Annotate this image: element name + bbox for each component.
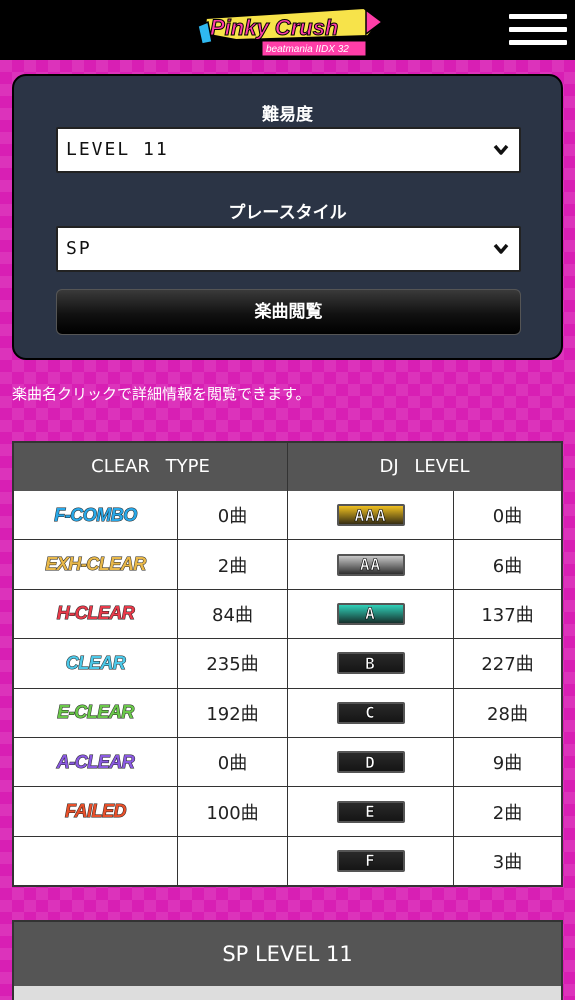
clear-count: 0曲 (217, 753, 248, 775)
filter-panel: 難易度 LEVEL 11 プレースタイル SP 楽曲閲覧 (12, 74, 563, 360)
clear-type-cell (14, 836, 178, 887)
clear-count: 235曲 (206, 654, 259, 676)
dj-level-cell: B (288, 639, 454, 689)
dj-count: 3曲 (492, 851, 523, 873)
clear-count-cell: 0曲 (178, 491, 288, 541)
logo-subtitle: beatmania IIDX 32 (266, 44, 349, 55)
clear-type-cell: FAILED (14, 787, 178, 837)
dj-rank-badge: E (336, 800, 405, 823)
clear-lamp-label: FAILED (64, 801, 127, 822)
clear-count: 84曲 (212, 604, 253, 626)
clear-count-cell: 235曲 (178, 639, 288, 689)
dj-count-cell: 0曲 (454, 491, 561, 541)
dj-count-cell: 2曲 (454, 787, 561, 837)
clear-type-cell: EXH-CLEAR (14, 540, 178, 590)
clear-type-cell: A-CLEAR (14, 738, 178, 788)
hamburger-icon[interactable] (509, 14, 567, 48)
clear-lamp-label: H-CLEAR (56, 603, 135, 624)
clear-lamp-label: E-CLEAR (57, 702, 135, 723)
dj-level-cell: E (288, 787, 454, 837)
clear-lamp-label: CLEAR (65, 652, 126, 673)
clear-count-cell (178, 836, 288, 887)
dj-level-cell: D (288, 738, 454, 788)
chevron-down-icon (493, 243, 509, 254)
dj-rank-badge: C (336, 701, 405, 724)
clear-type-cell: H-CLEAR (14, 589, 178, 640)
dj-level-cell: AAA (288, 491, 454, 541)
clear-lamp-label: F-COMBO (54, 504, 138, 525)
dj-count: 2曲 (492, 802, 523, 824)
difficulty-label: 難易度 (262, 105, 313, 125)
clear-lamp-label: A-CLEAR (56, 751, 135, 772)
stats-table: CLEAR TYPE DJ LEVEL F-COMBO 0曲 AAA 0曲 EXH-CL… (12, 441, 563, 887)
clear-lamp-label: EXH-CLEAR (45, 554, 147, 575)
clear-type-cell: F-COMBO (14, 491, 178, 541)
clear-count: 192曲 (206, 703, 259, 725)
dj-count: 6曲 (492, 555, 523, 577)
play-style-value: SP (66, 238, 92, 259)
clear-count: 100曲 (206, 802, 259, 824)
clear-type-cell: E-CLEAR (14, 688, 178, 738)
section-title: SP LEVEL 11 (222, 942, 353, 966)
dj-level-cell: C (288, 688, 454, 738)
section-header: SP LEVEL 11 (12, 920, 563, 1000)
chevron-down-icon (493, 144, 509, 155)
difficulty-value: LEVEL 11 (66, 139, 169, 160)
dj-count-cell: 137曲 (454, 589, 561, 640)
dj-rank-badge: AA (336, 553, 405, 576)
clear-count-cell: 2曲 (178, 540, 288, 590)
clear-count: 2曲 (217, 555, 248, 577)
dj-count-cell: 6曲 (454, 540, 561, 590)
dj-count: 137曲 (481, 604, 534, 626)
dj-rank-badge: F (336, 849, 405, 872)
hint-text: 楽曲名クリックで詳細情報を閲覧できます。 (12, 385, 311, 403)
logo-graphic: Pinky Crush beatmania IIDX 32 (197, 6, 382, 57)
clear-count-cell: 192曲 (178, 688, 288, 738)
dj-level-cell: F (288, 836, 454, 887)
clear-count-cell: 100曲 (178, 787, 288, 837)
dj-count: 9曲 (492, 753, 523, 775)
difficulty-select[interactable]: LEVEL 11 (56, 127, 521, 173)
dj-count-cell: 9曲 (454, 738, 561, 788)
dj-rank-badge: D (336, 751, 405, 774)
clear-count-cell: 84曲 (178, 589, 288, 640)
dj-count-cell: 3曲 (454, 836, 561, 887)
dj-rank-badge: B (336, 652, 405, 675)
play-style-select[interactable]: SP (56, 226, 521, 272)
dj-rank-badge: AAA (336, 504, 405, 527)
dj-count: 0曲 (492, 506, 523, 528)
clear-count: 0曲 (217, 506, 248, 528)
play-style-label: プレースタイル (228, 203, 347, 223)
clear-count-cell: 0曲 (178, 738, 288, 788)
clear-type-header: CLEAR TYPE (14, 443, 288, 491)
dj-rank-badge: A (336, 602, 405, 625)
logo-title: Pinky Crush (210, 15, 338, 40)
browse-songs-button[interactable]: 楽曲閲覧 (56, 289, 521, 335)
clear-type-cell: CLEAR (14, 639, 178, 689)
table-header-strip (14, 986, 561, 1000)
top-header: Pinky Crush beatmania IIDX 32 (0, 0, 575, 60)
dj-count-cell: 227曲 (454, 639, 561, 689)
dj-count: 28曲 (487, 703, 528, 725)
dj-level-header: DJ LEVEL (288, 443, 561, 491)
dj-count-cell: 28曲 (454, 688, 561, 738)
dj-level-cell: AA (288, 540, 454, 590)
dj-count: 227曲 (481, 654, 534, 676)
dj-level-cell: A (288, 589, 454, 640)
game-logo[interactable]: Pinky Crush beatmania IIDX 32 (196, 4, 382, 58)
